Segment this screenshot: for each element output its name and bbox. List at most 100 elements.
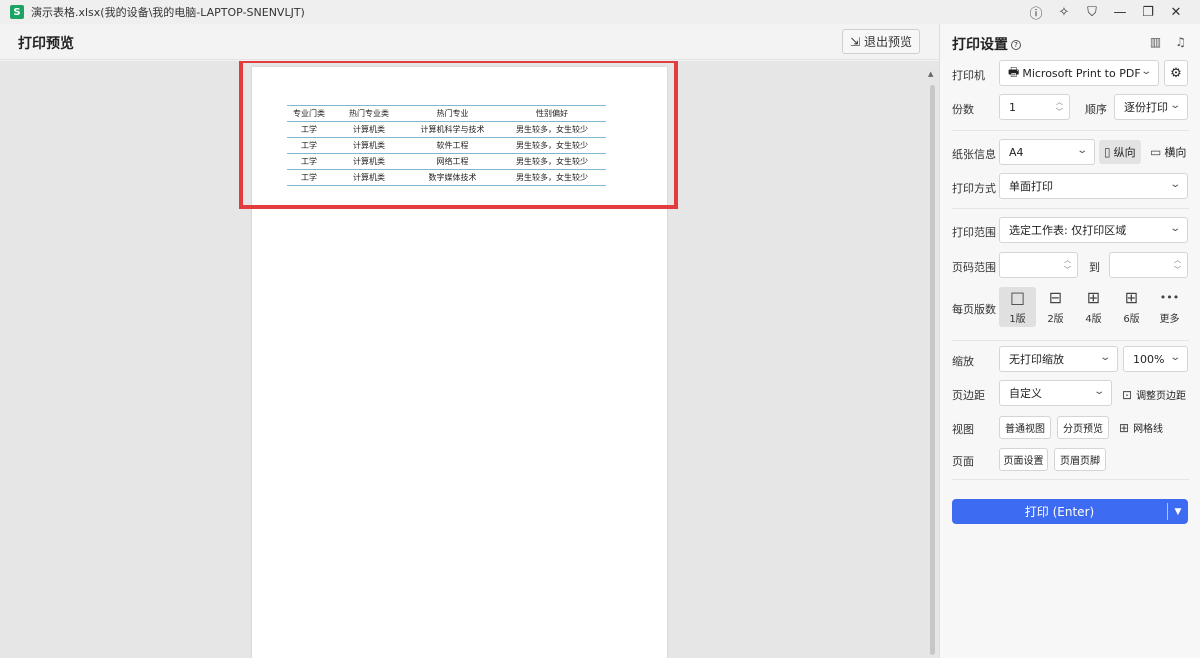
normal-view-button[interactable]: 普通视图 bbox=[999, 416, 1051, 439]
page-break-preview-button[interactable]: 分页预览 bbox=[1057, 416, 1109, 439]
print-settings-panel: 打印设置? ▥ ♫ 打印机 🖶 Microsoft Print to PDF ⌄… bbox=[939, 24, 1200, 658]
window-title: 演示表格.xlsx(我的设备\我的电脑-LAPTOP-SNENVLJT) bbox=[31, 6, 305, 19]
layout-1-icon: □ bbox=[1009, 287, 1026, 307]
margin-select[interactable]: 自定义 ⌄ bbox=[999, 380, 1112, 406]
scale-label: 缩放 bbox=[952, 355, 974, 368]
page-title: 打印预览 bbox=[18, 36, 74, 52]
zoom-value: 100% bbox=[1133, 352, 1165, 366]
paper-size-select[interactable]: A4 ⌄ bbox=[999, 139, 1095, 165]
layout-more-option[interactable]: ••• 更多 bbox=[1151, 287, 1188, 327]
chevron-down-icon: ⌄ bbox=[1168, 223, 1181, 234]
layout-2-label: 2版 bbox=[1047, 313, 1064, 325]
print-range-label: 打印范围 bbox=[952, 226, 996, 239]
printer-value: Microsoft Print to PDF bbox=[1022, 66, 1141, 80]
print-mode-label: 打印方式 bbox=[952, 182, 996, 195]
decrement-icon[interactable]: ﹀ bbox=[1064, 265, 1071, 275]
print-button-label: 打印 (Enter) bbox=[1024, 505, 1095, 519]
grid-icon: ⊞ bbox=[1119, 420, 1130, 435]
exit-preview-button[interactable]: ⇲ 退出预览 bbox=[842, 29, 920, 54]
landscape-option[interactable]: ▭ 横向 bbox=[1145, 140, 1191, 164]
minimize-icon[interactable]: — bbox=[1106, 0, 1134, 24]
panel-title: 打印设置? bbox=[952, 34, 1021, 54]
zoom-select[interactable]: 100% ⌄ bbox=[1123, 346, 1188, 372]
print-mode-select[interactable]: 单面打印 ⌄ bbox=[999, 173, 1188, 199]
adjust-margin-button[interactable]: ⊡ 调整页边距 bbox=[1122, 387, 1187, 403]
printer-select[interactable]: 🖶 Microsoft Print to PDF ⌄ bbox=[999, 60, 1159, 86]
close-icon[interactable]: ✕ bbox=[1162, 0, 1190, 24]
panel-title-label: 打印设置 bbox=[952, 37, 1008, 53]
page-range-to-label: 到 bbox=[1089, 261, 1100, 274]
page-range-from[interactable]: ︿ ﹀ bbox=[999, 252, 1078, 278]
printer-icon: 🖶 bbox=[1008, 64, 1020, 79]
divider bbox=[952, 479, 1189, 480]
portrait-icon: ▯ bbox=[1104, 145, 1111, 159]
scale-value: 无打印缩放 bbox=[1009, 353, 1064, 366]
preview-area: 专业门类 热门专业类 热门专业 性别偏好 工学 计算机类 计算机科学与技术 男生… bbox=[0, 61, 939, 658]
layout-4-icon: ⊞ bbox=[1086, 287, 1101, 307]
skin-icon[interactable]: ✧ bbox=[1050, 0, 1078, 24]
printer-settings-button[interactable]: ⚙ bbox=[1164, 60, 1188, 86]
scroll-up-icon[interactable]: ▲ bbox=[928, 70, 933, 78]
landscape-label: 横向 bbox=[1164, 146, 1187, 159]
chevron-down-icon: ⌄ bbox=[1168, 179, 1181, 190]
chevron-down-icon: ⌄ bbox=[1139, 66, 1152, 77]
gridlines-label: 网格线 bbox=[1133, 424, 1164, 435]
layout-6-option[interactable]: ⊞ 6版 bbox=[1113, 287, 1150, 327]
help-icon[interactable]: ? bbox=[1011, 40, 1021, 50]
layout-1-option[interactable]: □ 1版 bbox=[999, 287, 1036, 327]
copies-value: 1 bbox=[1009, 100, 1016, 114]
headset-icon[interactable]: ♫ bbox=[1175, 35, 1186, 49]
info-icon[interactable]: ⓘ bbox=[1022, 0, 1050, 24]
printer-label: 打印机 bbox=[952, 69, 985, 82]
margin-icon: ⊡ bbox=[1122, 387, 1133, 402]
print-mode-value: 单面打印 bbox=[1009, 180, 1053, 193]
pin-icon[interactable]: ⛉ bbox=[1078, 0, 1106, 24]
per-page-label: 每页版数 bbox=[952, 303, 996, 316]
header-footer-button[interactable]: 页眉页脚 bbox=[1054, 448, 1106, 471]
view-label: 视图 bbox=[952, 423, 974, 436]
highlight-box bbox=[239, 61, 678, 209]
page-range-label: 页码范围 bbox=[952, 261, 996, 274]
preview-header: 打印预览 ⇲ 退出预览 bbox=[0, 24, 939, 60]
title-bar: S 演示表格.xlsx(我的设备\我的电脑-LAPTOP-SNENVLJT) ⓘ… bbox=[0, 0, 1200, 24]
app-logo-icon: S bbox=[10, 5, 24, 19]
layout-4-option[interactable]: ⊞ 4版 bbox=[1075, 287, 1112, 327]
layout-2-option[interactable]: ⊟ 2版 bbox=[1037, 287, 1074, 327]
print-range-value: 选定工作表: 仅打印区域 bbox=[1009, 224, 1127, 237]
increment-icon[interactable]: ︿ bbox=[1174, 255, 1181, 265]
decrement-icon[interactable]: ﹀ bbox=[1174, 265, 1181, 275]
order-label: 顺序 bbox=[1085, 103, 1107, 116]
layout-more-label: 更多 bbox=[1159, 313, 1180, 325]
copies-label: 份数 bbox=[952, 103, 974, 116]
decrement-icon[interactable]: ﹀ bbox=[1056, 107, 1063, 117]
layout-1-label: 1版 bbox=[1009, 313, 1026, 325]
layout-2-icon: ⊟ bbox=[1048, 287, 1063, 307]
gear-icon: ⚙ bbox=[1170, 65, 1182, 81]
portrait-option[interactable]: ▯ 纵向 bbox=[1099, 140, 1141, 164]
copies-stepper[interactable]: 1 ︿ ﹀ bbox=[999, 94, 1070, 120]
chevron-down-icon: ⌄ bbox=[1168, 352, 1181, 363]
scale-select[interactable]: 无打印缩放 ⌄ bbox=[999, 346, 1118, 372]
exit-icon: ⇲ bbox=[849, 34, 861, 49]
margin-label: 页边距 bbox=[952, 389, 985, 402]
restore-icon[interactable]: ❐ bbox=[1134, 0, 1162, 24]
order-select[interactable]: 逐份打印 ⌄ bbox=[1114, 94, 1188, 120]
print-dropdown-icon[interactable]: ▼ bbox=[1168, 507, 1188, 517]
layout-6-icon: ⊞ bbox=[1124, 287, 1139, 307]
adjust-margin-label: 调整页边距 bbox=[1136, 391, 1187, 402]
print-button[interactable]: 打印 (Enter) ▼ bbox=[952, 499, 1188, 524]
more-icon: ••• bbox=[1159, 290, 1180, 304]
scrollbar[interactable] bbox=[930, 85, 935, 655]
increment-icon[interactable]: ︿ bbox=[1064, 255, 1071, 265]
chevron-down-icon: ⌄ bbox=[1075, 145, 1088, 156]
divider bbox=[952, 130, 1189, 131]
page-setup-button[interactable]: 页面设置 bbox=[999, 448, 1048, 471]
layout-6-label: 6版 bbox=[1123, 313, 1140, 325]
chevron-down-icon: ⌄ bbox=[1092, 386, 1105, 397]
increment-icon[interactable]: ︿ bbox=[1056, 97, 1063, 107]
page-range-to[interactable]: ︿ ﹀ bbox=[1109, 252, 1188, 278]
print-range-select[interactable]: 选定工作表: 仅打印区域 ⌄ bbox=[999, 217, 1188, 243]
gridlines-toggle[interactable]: ⊞ 网格线 bbox=[1119, 420, 1164, 436]
exit-preview-label: 退出预览 bbox=[864, 35, 913, 49]
layout-toggle-icon[interactable]: ▥ bbox=[1150, 35, 1161, 49]
